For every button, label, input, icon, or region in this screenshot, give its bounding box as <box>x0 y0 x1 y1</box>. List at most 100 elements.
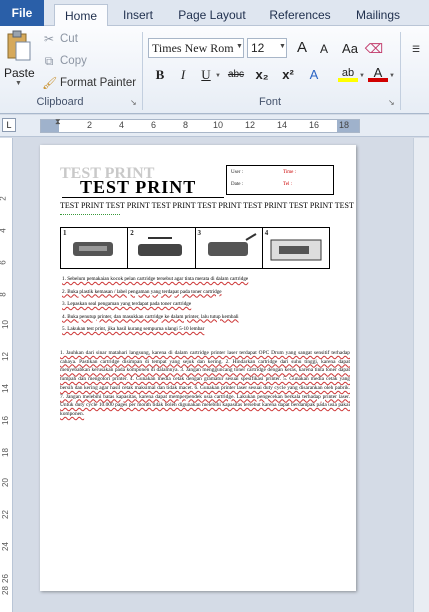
ruler-number: 20 <box>0 478 10 487</box>
info-tel: Tel : <box>283 182 292 187</box>
ruler-number: 18 <box>0 448 10 457</box>
vertical-scrollbar[interactable] <box>413 138 429 612</box>
ruler-number: 18 <box>339 120 350 130</box>
subscript-button[interactable]: x₂ <box>252 66 272 84</box>
ruler-number: 14 <box>0 384 10 393</box>
paste-label: Paste <box>4 66 35 80</box>
step-number: 1 <box>63 229 67 237</box>
ruler-number: 12 <box>0 352 10 361</box>
tab-home[interactable]: Home <box>54 4 108 27</box>
heading-line: TEST PRINT TEST PRINT TEST PRINT TEST PR… <box>60 201 356 210</box>
ruler-number: 14 <box>277 120 288 130</box>
ribbon: Paste ▼ ✂ Cut ⧉ Copy 🖌 Format Painter Clipb… <box>0 26 429 114</box>
step-number: 4 <box>264 229 269 237</box>
bold-button[interactable]: B <box>150 66 170 84</box>
info-time: Time : <box>283 170 297 175</box>
group-separator <box>142 32 143 110</box>
ruler-number: 10 <box>213 120 224 130</box>
info-box: User : Time : Date : Tel : <box>226 165 334 195</box>
ruler-number: 10 <box>0 320 10 329</box>
cartridge-illustration-icon <box>207 233 257 256</box>
paste-button[interactable]: Paste ▼ <box>4 30 35 88</box>
cut-label: Cut <box>60 33 78 45</box>
cartridge-illustration-icon <box>138 237 183 256</box>
vertical-ruler[interactable]: 2 4 6 8 10 12 14 16 18 20 22 24 26 28 <box>0 138 13 612</box>
list-item: 2. Buka plastik kemasan / label pengaman… <box>62 288 222 295</box>
ruler-number: 8 <box>0 292 8 296</box>
group-separator <box>400 32 401 110</box>
ruler-number: 16 <box>309 120 320 130</box>
document-page[interactable]: TEST PRINT TEST PRINT User : Time : Date… <box>40 145 356 591</box>
font-color-chevron-icon[interactable]: ▼ <box>389 73 395 79</box>
info-date: Date : <box>231 182 244 187</box>
list-item: 1. Sebelum pemakaian kocok pelan cartrid… <box>62 276 249 282</box>
paintbrush-icon: 🖌 <box>42 76 58 90</box>
format-painter-label: Format Painter <box>60 77 137 89</box>
dialog-launcher-icon[interactable]: ↘ <box>130 98 137 107</box>
font-size-chevron-icon[interactable]: ▼ <box>279 43 286 50</box>
clear-formatting-icon[interactable]: ⌫ <box>364 40 384 58</box>
font-color-button[interactable]: A <box>368 64 388 82</box>
body-paragraph: 1. Jauhkan dari sinar matahari langsung,… <box>60 350 350 417</box>
horizontal-ruler[interactable]: ⧗ 2 4 6 8 10 12 14 16 18 <box>40 117 360 133</box>
diagram-step: 1 <box>61 228 129 268</box>
info-user: User : <box>231 170 244 175</box>
shrink-font-button[interactable]: A <box>314 40 334 58</box>
ribbon-tabs: File Home Insert Page Layout References … <box>0 0 429 27</box>
cartridge-illustration-icon <box>73 242 113 256</box>
ruler-number: 16 <box>0 416 10 425</box>
font-dialog-launcher-icon[interactable]: ↘ <box>388 98 395 107</box>
strikethrough-button[interactable]: abc <box>224 66 248 84</box>
step-number: 3 <box>197 229 202 237</box>
tab-page-layout[interactable]: Page Layout <box>172 4 252 26</box>
diagram-step: 4 <box>263 228 329 268</box>
list-item: 3. Lepaskan seal pengaman yang terdapat … <box>62 301 192 307</box>
ruler-number: 22 <box>0 510 10 519</box>
change-case-button[interactable]: Aa <box>340 40 360 58</box>
ruler-number: 26 <box>0 574 10 583</box>
list-item: 4. Buka penutup printer, dan masukkan ca… <box>62 313 239 320</box>
ruler-number: 6 <box>0 260 8 264</box>
tab-references[interactable]: References <box>262 4 338 26</box>
clipboard-group-label: Clipboard <box>36 96 84 108</box>
italic-button[interactable]: I <box>173 66 193 84</box>
ruler-number: 2 <box>0 196 8 200</box>
title-underline <box>62 197 224 198</box>
printer-illustration-icon <box>270 239 322 261</box>
font-name-chevron-icon[interactable]: ▼ <box>236 43 243 50</box>
indent-marker-icon[interactable]: ⧗ <box>55 117 61 127</box>
text-effects-button[interactable]: A <box>304 66 324 84</box>
highlight-chevron-icon[interactable]: ▼ <box>359 73 365 79</box>
copy-icon: ⧉ <box>44 54 54 68</box>
document-title: TEST PRINT <box>80 177 197 197</box>
diagram-step: 3 <box>196 228 263 268</box>
ruler-number: 4 <box>119 120 125 130</box>
scissors-icon: ✂ <box>43 32 55 46</box>
spellcheck-underline <box>60 212 120 215</box>
cut-button[interactable]: ✂ Cut <box>42 32 78 46</box>
tab-selector[interactable]: L <box>2 118 16 132</box>
install-diagram: 1 2 3 4 <box>60 227 330 269</box>
ruler-number: 24 <box>0 542 10 551</box>
superscript-button[interactable]: x² <box>278 66 298 84</box>
tab-insert[interactable]: Insert <box>114 4 162 26</box>
ruler-number: 8 <box>183 120 189 130</box>
horizontal-ruler-bar: L ⧗ 2 4 6 8 10 12 14 16 18 <box>0 115 429 137</box>
highlight-button[interactable]: ab <box>338 64 358 82</box>
tab-mailings[interactable]: Mailings <box>348 4 408 26</box>
grow-font-button[interactable]: A <box>292 39 312 57</box>
underline-chevron-icon[interactable]: ▼ <box>215 73 221 79</box>
chevron-down-icon[interactable]: ▼ <box>15 80 22 87</box>
copy-label: Copy <box>60 55 87 67</box>
bullets-icon[interactable]: ☰ <box>406 40 426 58</box>
underline-button[interactable]: U <box>196 66 216 84</box>
format-painter-button[interactable]: 🖌 Format Painter <box>42 76 136 90</box>
ruler-number: 28 <box>0 586 10 595</box>
tab-file[interactable]: File <box>0 0 44 26</box>
font-name-select[interactable]: Times New Rom <box>148 38 244 58</box>
diagram-step: 2 <box>128 228 196 268</box>
copy-button[interactable]: ⧉ Copy <box>42 54 87 68</box>
list-item: 5. Lakukan test print, jika hasil kurang… <box>62 326 205 332</box>
ruler-number: 12 <box>245 120 256 130</box>
step-number: 2 <box>130 229 134 237</box>
